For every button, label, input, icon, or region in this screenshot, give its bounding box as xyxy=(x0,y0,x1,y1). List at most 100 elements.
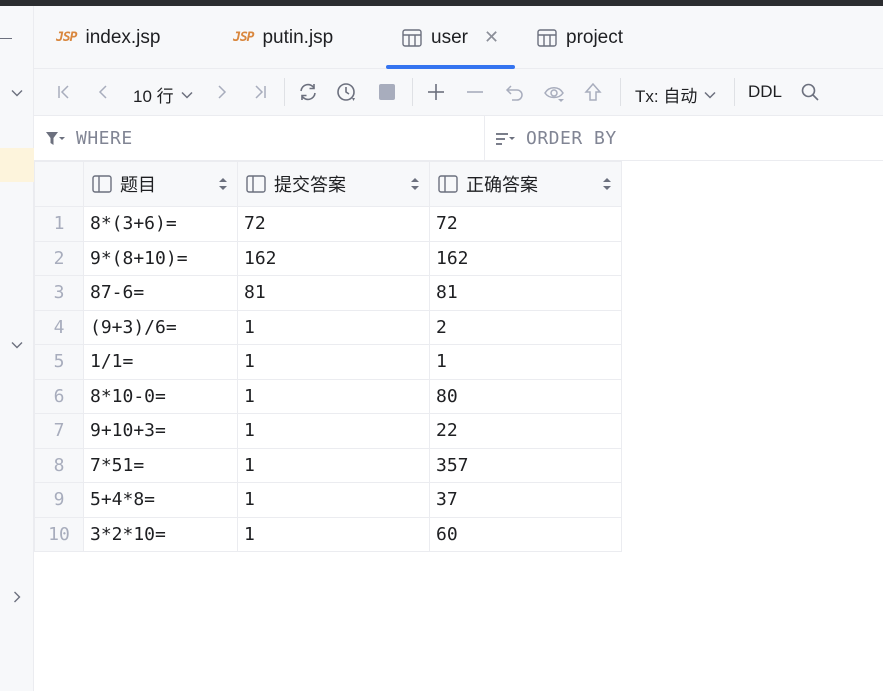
row-number: 3 xyxy=(34,275,84,311)
collapse-dash-icon[interactable] xyxy=(0,38,12,39)
ddl-label: DDL xyxy=(748,82,783,101)
row-number: 6 xyxy=(34,378,84,414)
tab-label: user xyxy=(431,26,468,48)
stop-icon[interactable] xyxy=(375,80,399,104)
toolbar-separator xyxy=(412,78,413,106)
page-size-label: 10 行 xyxy=(133,87,174,106)
column-header[interactable]: 正确答案 xyxy=(429,161,622,207)
where-filter-input[interactable]: WHERE xyxy=(44,116,133,161)
row-number: 2 xyxy=(34,240,84,276)
transaction-mode-dropdown[interactable]: Tx: 自动 xyxy=(635,82,717,107)
cell-question[interactable]: 9+10+3= xyxy=(83,413,238,449)
column-header[interactable]: 提交答案 xyxy=(237,161,430,207)
cell-question[interactable]: 1/1= xyxy=(83,344,238,380)
table-row[interactable]: 10 3*2*10= 1 60 xyxy=(34,516,622,552)
column-icon xyxy=(92,175,112,193)
table-row[interactable]: 4 (9+3)/6= 1 2 xyxy=(34,309,622,345)
cell-submitted-answer[interactable]: 1 xyxy=(237,482,430,518)
row-number-header[interactable] xyxy=(34,161,84,207)
cell-question[interactable]: 5+4*8= xyxy=(83,482,238,518)
revert-icon[interactable] xyxy=(503,80,527,104)
ddl-button[interactable]: DDL xyxy=(748,82,782,102)
tab-index-jsp[interactable]: JSP index.jsp xyxy=(56,6,160,69)
cell-question[interactable]: 3*2*10= xyxy=(83,516,238,552)
column-header-label: 提交答案 xyxy=(274,175,346,196)
cell-correct-answer[interactable]: 2 xyxy=(429,309,622,345)
jsp-file-icon: JSP xyxy=(233,30,255,45)
cell-submitted-answer[interactable]: 1 xyxy=(237,344,430,380)
sort-arrows-icon[interactable] xyxy=(603,177,611,191)
table-row[interactable]: 6 8*10-0= 1 80 xyxy=(34,378,622,414)
cell-correct-answer[interactable]: 162 xyxy=(429,240,622,276)
result-grid: 题目 提交答案 正确答案 1 8*(3+6)= 72 72 2 9*(8+10)= 162… xyxy=(34,161,622,552)
toolbar-separator xyxy=(284,78,285,106)
clock-icon[interactable] xyxy=(335,80,359,104)
tab-project[interactable]: project xyxy=(537,6,623,69)
table-row[interactable]: 5 1/1= 1 1 xyxy=(34,344,622,380)
tab-putin-jsp[interactable]: JSP putin.jsp xyxy=(233,6,333,69)
table-row[interactable]: 1 8*(3+6)= 72 72 xyxy=(34,206,622,242)
selected-node-highlight xyxy=(0,148,34,182)
close-icon[interactable]: ✕ xyxy=(484,27,499,48)
sort-arrows-icon[interactable] xyxy=(411,177,419,191)
tab-user[interactable]: user ✕ xyxy=(386,6,516,69)
row-number: 9 xyxy=(34,482,84,518)
submit-icon[interactable] xyxy=(581,80,605,104)
cell-question[interactable]: 7*51= xyxy=(83,447,238,483)
row-number: 8 xyxy=(34,447,84,483)
sort-arrows-icon[interactable] xyxy=(219,177,227,191)
cell-submitted-answer[interactable]: 162 xyxy=(237,240,430,276)
table-row[interactable]: 7 9+10+3= 1 22 xyxy=(34,413,622,449)
delete-row-icon[interactable] xyxy=(463,80,487,104)
order-by-input[interactable]: ORDER BY xyxy=(494,116,617,161)
filter-bar: WHERE ORDER BY xyxy=(34,116,883,161)
tab-label: index.jsp xyxy=(85,26,161,48)
cell-submitted-answer[interactable]: 1 xyxy=(237,413,430,449)
cell-submitted-answer[interactable]: 1 xyxy=(237,447,430,483)
tab-label: project xyxy=(566,26,624,48)
filter-icon xyxy=(46,131,65,145)
row-number: 1 xyxy=(34,206,84,242)
cell-question[interactable]: 9*(8+10)= xyxy=(83,240,238,276)
table-row[interactable]: 2 9*(8+10)= 162 162 xyxy=(34,240,622,276)
chevron-right-icon[interactable] xyxy=(10,590,24,604)
cell-correct-answer[interactable]: 1 xyxy=(429,344,622,380)
table-row[interactable]: 9 5+4*8= 1 37 xyxy=(34,482,622,518)
data-editor-toolbar: 10 行 Tx: 自动 DDL xyxy=(34,69,883,116)
column-header[interactable]: 题目 xyxy=(83,161,238,207)
cell-question[interactable]: 8*10-0= xyxy=(83,378,238,414)
where-placeholder: WHERE xyxy=(76,128,133,149)
sort-icon xyxy=(496,132,515,145)
search-icon[interactable] xyxy=(798,80,822,104)
table-row[interactable]: 8 7*51= 1 357 xyxy=(34,447,622,483)
cell-question[interactable]: 8*(3+6)= xyxy=(83,206,238,242)
page-size-dropdown[interactable]: 10 行 xyxy=(133,82,194,107)
jsp-file-icon: JSP xyxy=(56,30,78,45)
table-row[interactable]: 3 87-6= 81 81 xyxy=(34,275,622,311)
filter-divider xyxy=(484,116,485,161)
cell-correct-answer[interactable]: 81 xyxy=(429,275,622,311)
cell-correct-answer[interactable]: 72 xyxy=(429,206,622,242)
chevron-down-icon[interactable] xyxy=(10,86,24,100)
first-page-icon[interactable] xyxy=(53,80,77,104)
previous-page-icon[interactable] xyxy=(92,80,116,104)
cell-submitted-answer[interactable]: 1 xyxy=(237,378,430,414)
chevron-down-icon xyxy=(704,91,716,99)
add-row-icon[interactable] xyxy=(424,80,448,104)
cell-question[interactable]: 87-6= xyxy=(83,275,238,311)
cell-submitted-answer[interactable]: 1 xyxy=(237,309,430,345)
next-page-icon[interactable] xyxy=(209,80,233,104)
cell-submitted-answer[interactable]: 1 xyxy=(237,516,430,552)
chevron-down-icon[interactable] xyxy=(10,338,24,352)
cell-submitted-answer[interactable]: 81 xyxy=(237,275,430,311)
cell-question[interactable]: (9+3)/6= xyxy=(83,309,238,345)
last-page-icon[interactable] xyxy=(247,80,271,104)
cell-correct-answer[interactable]: 37 xyxy=(429,482,622,518)
cell-correct-answer[interactable]: 60 xyxy=(429,516,622,552)
view-icon[interactable] xyxy=(542,80,566,104)
cell-correct-answer[interactable]: 357 xyxy=(429,447,622,483)
refresh-icon[interactable] xyxy=(296,80,320,104)
cell-submitted-answer[interactable]: 72 xyxy=(237,206,430,242)
cell-correct-answer[interactable]: 80 xyxy=(429,378,622,414)
cell-correct-answer[interactable]: 22 xyxy=(429,413,622,449)
